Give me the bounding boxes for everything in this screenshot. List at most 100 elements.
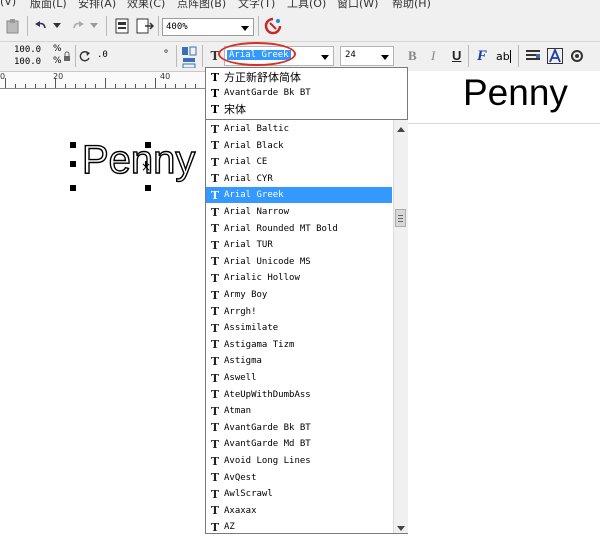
width-scale-field[interactable]: 100.0 xyxy=(4,44,48,56)
undo-dropdown-icon[interactable] xyxy=(51,17,63,35)
underline-button[interactable]: U xyxy=(452,48,461,63)
font-item-label: AZ xyxy=(224,522,235,533)
font-item[interactable]: T AvQest xyxy=(206,470,392,486)
font-chevron-down-icon[interactable] xyxy=(321,54,329,64)
paragraph-format-icon[interactable] xyxy=(524,47,542,65)
ruler-tick xyxy=(175,84,176,88)
character-format-icon[interactable] xyxy=(546,47,564,65)
mirror-vertical-icon[interactable] xyxy=(180,57,198,68)
format-text-icon[interactable]: F xyxy=(474,47,490,65)
menu-text[interactable]: 文字(T) xyxy=(238,0,275,11)
truetype-font-icon: T xyxy=(210,354,220,368)
truetype-font-icon: T xyxy=(210,70,220,84)
scroll-thumb[interactable] xyxy=(395,209,406,227)
font-item[interactable]: T AteUpWithDumbAss xyxy=(206,387,392,403)
truetype-font-icon: T xyxy=(210,102,220,116)
truetype-font-icon: T xyxy=(210,122,220,136)
chevron-down-icon[interactable] xyxy=(241,25,249,35)
paste-icon[interactable] xyxy=(4,17,22,35)
font-size-select[interactable]: 24 xyxy=(340,46,394,66)
font-item[interactable]: T Arialic Hollow xyxy=(206,270,392,286)
ruler-label: 20 xyxy=(53,72,64,81)
vertical-scrollbar[interactable] xyxy=(393,120,408,533)
menu-view[interactable]: (V) xyxy=(0,0,16,8)
menu-layout[interactable]: 版面(L) xyxy=(30,0,67,11)
height-scale-field[interactable]: 100.0 xyxy=(4,56,48,68)
recent-font-item[interactable]: T 宋体 xyxy=(206,101,406,117)
font-item-label: Assimilate xyxy=(224,323,279,334)
font-item[interactable]: T AvantGarde Bk BT xyxy=(206,420,392,436)
font-item[interactable]: T Arial Baltic xyxy=(206,121,392,137)
redo-icon[interactable] xyxy=(70,17,86,35)
font-item[interactable]: T Arial CE xyxy=(206,154,392,170)
font-item-label: Arial Rounded MT Bold xyxy=(224,223,338,234)
font-item-label: Astigma xyxy=(224,356,262,367)
mirror-horizontal-icon[interactable] xyxy=(180,45,198,56)
font-item[interactable]: T Astigama Tizm xyxy=(206,337,392,353)
truetype-font-icon: T xyxy=(210,388,220,402)
menu-bitmaps[interactable]: 点阵图(B) xyxy=(177,0,226,11)
menu-effects[interactable]: 效果(C) xyxy=(127,0,165,11)
font-item-selected[interactable]: T Arial Greek xyxy=(206,187,392,204)
font-item[interactable]: T Arial Unicode MS xyxy=(206,254,392,270)
menu-help[interactable]: 帮助(H) xyxy=(392,0,431,11)
font-item[interactable]: T Astigma xyxy=(206,353,392,369)
italic-button[interactable]: I xyxy=(431,48,435,64)
undo-icon[interactable] xyxy=(33,17,49,35)
font-item[interactable]: T Assimilate xyxy=(206,320,392,336)
font-item[interactable]: T Arial Rounded MT Bold xyxy=(206,221,392,237)
ruler-tick xyxy=(35,84,36,88)
font-item[interactable]: T AwlScrawl xyxy=(206,486,392,502)
bold-button[interactable]: B xyxy=(408,48,417,64)
selection-handle-bl[interactable] xyxy=(70,185,76,191)
font-item[interactable]: T Arial Narrow xyxy=(206,204,392,220)
import-icon[interactable] xyxy=(113,16,133,36)
font-dropdown-list[interactable]: T 方正新舒体简体 T AvantGarde Bk BT T 宋体 T Arial Balt… xyxy=(205,67,408,534)
edit-text-button[interactable]: ab xyxy=(496,50,510,63)
menu-tools[interactable]: 工具(O) xyxy=(287,0,326,11)
font-item[interactable]: T Aswell xyxy=(206,370,392,386)
zoom-level-select[interactable]: 400% xyxy=(162,18,254,36)
ruler-tick xyxy=(165,84,166,88)
font-item[interactable]: T AvantGarde Md BT xyxy=(206,436,392,452)
font-item-label: AteUpWithDumbAss xyxy=(224,389,311,400)
font-item[interactable]: T Arial Black xyxy=(206,138,392,154)
lock-ratio-icon[interactable] xyxy=(62,50,72,62)
recent-font-item[interactable]: T 方正新舒体简体 xyxy=(206,69,406,85)
recent-font-label: 宋体 xyxy=(224,103,246,116)
font-item[interactable]: T Arrgh! xyxy=(206,304,392,320)
menu-arrange[interactable]: 安排(A) xyxy=(78,0,116,11)
selection-handle-tl[interactable] xyxy=(70,142,76,148)
font-preview-box: Penny xyxy=(408,71,600,124)
horizontal-ruler: 0 20 40 xyxy=(0,72,206,89)
selection-handle-ml[interactable] xyxy=(70,161,76,167)
font-item[interactable]: T Atman xyxy=(206,403,392,419)
export-icon[interactable] xyxy=(135,16,155,36)
ruler-tick xyxy=(65,84,66,88)
truetype-font-icon: T xyxy=(210,222,220,236)
font-item[interactable]: T Arial CYR xyxy=(206,171,392,187)
font-item[interactable]: T Axaxax xyxy=(206,503,392,519)
drawing-canvas[interactable]: Penny × xyxy=(0,89,206,541)
recent-font-item[interactable]: T AvantGarde Bk BT xyxy=(206,85,406,101)
font-item[interactable]: T Avoid Long Lines xyxy=(206,453,392,469)
selection-handle-br[interactable] xyxy=(145,185,151,191)
font-item[interactable]: T Arial TUR xyxy=(206,237,392,253)
selected-text-object[interactable]: Penny xyxy=(81,139,196,180)
truetype-font-icon: T xyxy=(210,155,220,169)
scroll-up-arrow-icon[interactable] xyxy=(397,123,405,136)
scroll-down-arrow-icon[interactable] xyxy=(397,522,405,535)
options-icon[interactable] xyxy=(568,47,586,65)
application-launcher-icon[interactable] xyxy=(263,16,283,36)
font-item[interactable]: T Army Boy xyxy=(206,287,392,303)
size-chevron-down-icon[interactable] xyxy=(381,54,389,64)
font-item[interactable]: T AZ xyxy=(206,519,392,535)
font-item-label: Arial Unicode MS xyxy=(224,256,311,267)
ruler-tick xyxy=(195,84,196,88)
rotation-angle-field[interactable]: .0 ° xyxy=(93,48,171,64)
font-item-label: Avoid Long Lines xyxy=(224,456,311,466)
truetype-font-icon: T xyxy=(210,421,220,435)
menu-window[interactable]: 窗口(W) xyxy=(337,0,378,11)
redo-dropdown-icon[interactable] xyxy=(88,17,100,35)
ruler-label: 40 xyxy=(160,72,171,81)
